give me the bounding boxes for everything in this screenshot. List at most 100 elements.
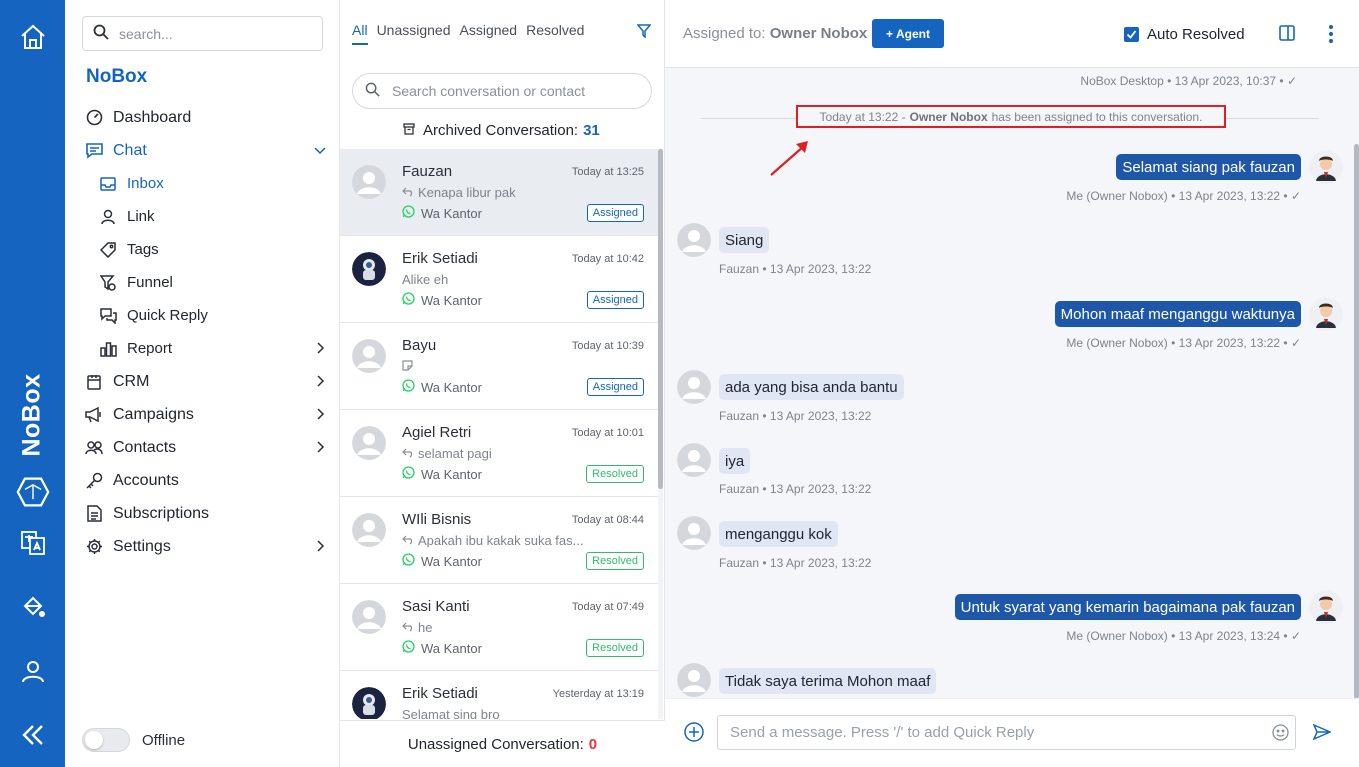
chevron-right-icon	[314, 407, 326, 425]
sidebar-item-label: Link	[127, 208, 155, 225]
incoming-message: Siang	[719, 227, 770, 253]
sidebar-item-funnel[interactable]: Funnel	[65, 266, 340, 299]
unassigned-count: 0	[588, 735, 598, 753]
channel: Wa Kantor	[402, 379, 482, 395]
agent-avatar	[1309, 590, 1343, 624]
sidebar-item-inbox[interactable]: Inbox	[65, 167, 340, 200]
reply-icon	[402, 185, 413, 200]
auto-resolved-checkbox[interactable]: Auto Resolved	[1124, 26, 1245, 43]
sidebar-item-contacts[interactable]: Contacts	[65, 431, 340, 464]
collapse-icon[interactable]	[16, 718, 50, 752]
chevron-right-icon	[314, 539, 326, 557]
message-input-box[interactable]	[717, 715, 1296, 750]
conversation-item[interactable]: Fauzan Today at 13:25 Kenapa libur pak W…	[340, 149, 658, 236]
message-preview: he	[402, 620, 602, 635]
tab-all[interactable]: All	[352, 22, 368, 45]
crm-icon	[85, 373, 103, 391]
conversation-item[interactable]: WIli Bisnis Today at 08:44 Apakah ibu ka…	[340, 497, 658, 584]
conversation-item[interactable]: Agiel Retri Today at 10:01 selamat pagi …	[340, 410, 658, 497]
funnel-icon	[99, 274, 117, 292]
conversation-item[interactable]: Erik Setiadi Today at 10:42 Alike eh Wa …	[340, 236, 658, 323]
conversation-list-panel: All Unassigned Assigned Resolved Archive…	[340, 0, 665, 767]
message-meta: Fauzan • 13 Apr 2023, 13:22	[719, 409, 872, 423]
contact-name: Erik Setiadi	[402, 250, 478, 267]
tab-unassigned[interactable]: Unassigned	[377, 22, 451, 45]
sidebar-item-label: Funnel	[127, 274, 173, 291]
sidebar-item-link[interactable]: Link	[65, 200, 340, 233]
translate-icon[interactable]	[16, 526, 50, 560]
message-input[interactable]	[730, 724, 1260, 741]
tab-assigned[interactable]: Assigned	[460, 22, 518, 45]
conversation-time: Today at 10:39	[571, 340, 644, 352]
sidebar-item-report[interactable]: Report	[65, 332, 340, 365]
conversation-scrollbar[interactable]	[658, 149, 663, 489]
outgoing-message: Selamat siang pak fauzan	[1116, 154, 1301, 180]
assigned-agent-name: Owner Nobox	[769, 25, 868, 42]
sidebar-item-dashboard[interactable]: Dashboard	[65, 101, 340, 134]
conversation-item[interactable]: Bayu Today at 10:39 Wa Kantor Assigned	[340, 323, 658, 410]
unassigned-conversation-footer[interactable]: Unassigned Conversation: 0	[340, 720, 665, 767]
whatsapp-icon	[402, 466, 415, 482]
tab-resolved[interactable]: Resolved	[526, 22, 584, 45]
more-options-icon[interactable]	[1328, 24, 1334, 47]
sidebar-item-accounts[interactable]: Accounts	[65, 464, 340, 497]
reply-icon	[402, 533, 413, 548]
sidebar-item-label: Inbox	[127, 175, 164, 192]
unassigned-label: Unassigned Conversation:	[407, 735, 584, 753]
avatar	[352, 339, 386, 373]
outgoing-message: Mohon maaf menganggu waktunya	[1054, 301, 1301, 327]
incoming-message: iya	[719, 448, 751, 474]
online-toggle[interactable]	[82, 728, 130, 752]
sidebar-item-label: Accounts	[113, 471, 179, 489]
chat-scrollbar-thumb[interactable]	[1354, 144, 1359, 699]
message-preview: Selamat sing bro	[402, 707, 500, 719]
paint-bucket-icon[interactable]	[16, 590, 50, 624]
conversation-time: Today at 10:01	[571, 427, 644, 439]
dashboard-icon	[85, 109, 103, 127]
sidebar-item-settings[interactable]: Settings	[65, 530, 340, 563]
assigned-to: Assigned to: Owner Nobox	[683, 25, 868, 42]
quick-reply-icon	[99, 307, 117, 325]
sidebar-item-chat[interactable]: Chat	[65, 134, 340, 167]
sidebar-item-tags[interactable]: Tags	[65, 233, 340, 266]
sidebar-item-subscriptions[interactable]: Subscriptions	[65, 497, 340, 530]
sidebar-item-campaigns[interactable]: Campaigns	[65, 398, 340, 431]
sidebar-search-input[interactable]	[119, 25, 309, 42]
contact-avatar	[677, 443, 711, 477]
chat-icon	[85, 142, 103, 160]
emoji-icon[interactable]	[1272, 724, 1289, 744]
add-agent-button[interactable]: + Agent	[872, 19, 944, 48]
brand-title: NoBox	[86, 66, 148, 87]
add-attachment-icon[interactable]	[684, 722, 704, 745]
channel: Wa Kantor	[402, 292, 482, 308]
filter-icon[interactable]	[636, 24, 652, 41]
conversation-item[interactable]: Sasi Kanti Today at 07:49 he Wa Kantor R…	[340, 584, 658, 671]
conversation-time: Yesterday at 13:19	[552, 688, 644, 700]
conversation-search-input[interactable]	[392, 83, 642, 99]
sidebar-item-quick-reply[interactable]: Quick Reply	[65, 299, 340, 332]
contact-name: Agiel Retri	[402, 424, 472, 441]
contact-name: WIli Bisnis	[402, 511, 472, 528]
tag-icon	[99, 241, 117, 259]
channel: Wa Kantor	[402, 640, 482, 656]
message-meta: Fauzan • 13 Apr 2023, 13:22	[719, 262, 872, 276]
status-badge: Resolved	[586, 552, 644, 570]
message-thread: NoBox Desktop • 13 Apr 2023, 10:37 • ✓ T…	[665, 68, 1359, 698]
home-icon[interactable]	[16, 20, 50, 54]
profile-icon[interactable]	[16, 654, 50, 688]
sidebar-item-crm[interactable]: CRM	[65, 365, 340, 398]
conversation-item[interactable]: Erik Setiadi Yesterday at 13:19 Selamat …	[340, 671, 658, 719]
side-panel-icon[interactable]	[1278, 24, 1296, 45]
chat-header: Assigned to: Owner Nobox + Agent Auto Re…	[665, 0, 1359, 68]
sidebar-search[interactable]	[82, 16, 323, 51]
conversation-search[interactable]	[352, 73, 652, 109]
archived-conversation-link[interactable]: Archived Conversation: 31	[403, 122, 600, 139]
inbox-icon	[99, 175, 117, 193]
chat-scrollbar[interactable]	[1354, 68, 1359, 699]
conversation-time: Today at 13:25	[571, 166, 644, 178]
checkbox-checked-icon	[1124, 27, 1139, 42]
sidebar-item-label: Subscriptions	[113, 504, 210, 522]
avatar	[352, 600, 386, 634]
status-badge: Resolved	[586, 465, 644, 483]
send-icon[interactable]	[1312, 723, 1332, 744]
